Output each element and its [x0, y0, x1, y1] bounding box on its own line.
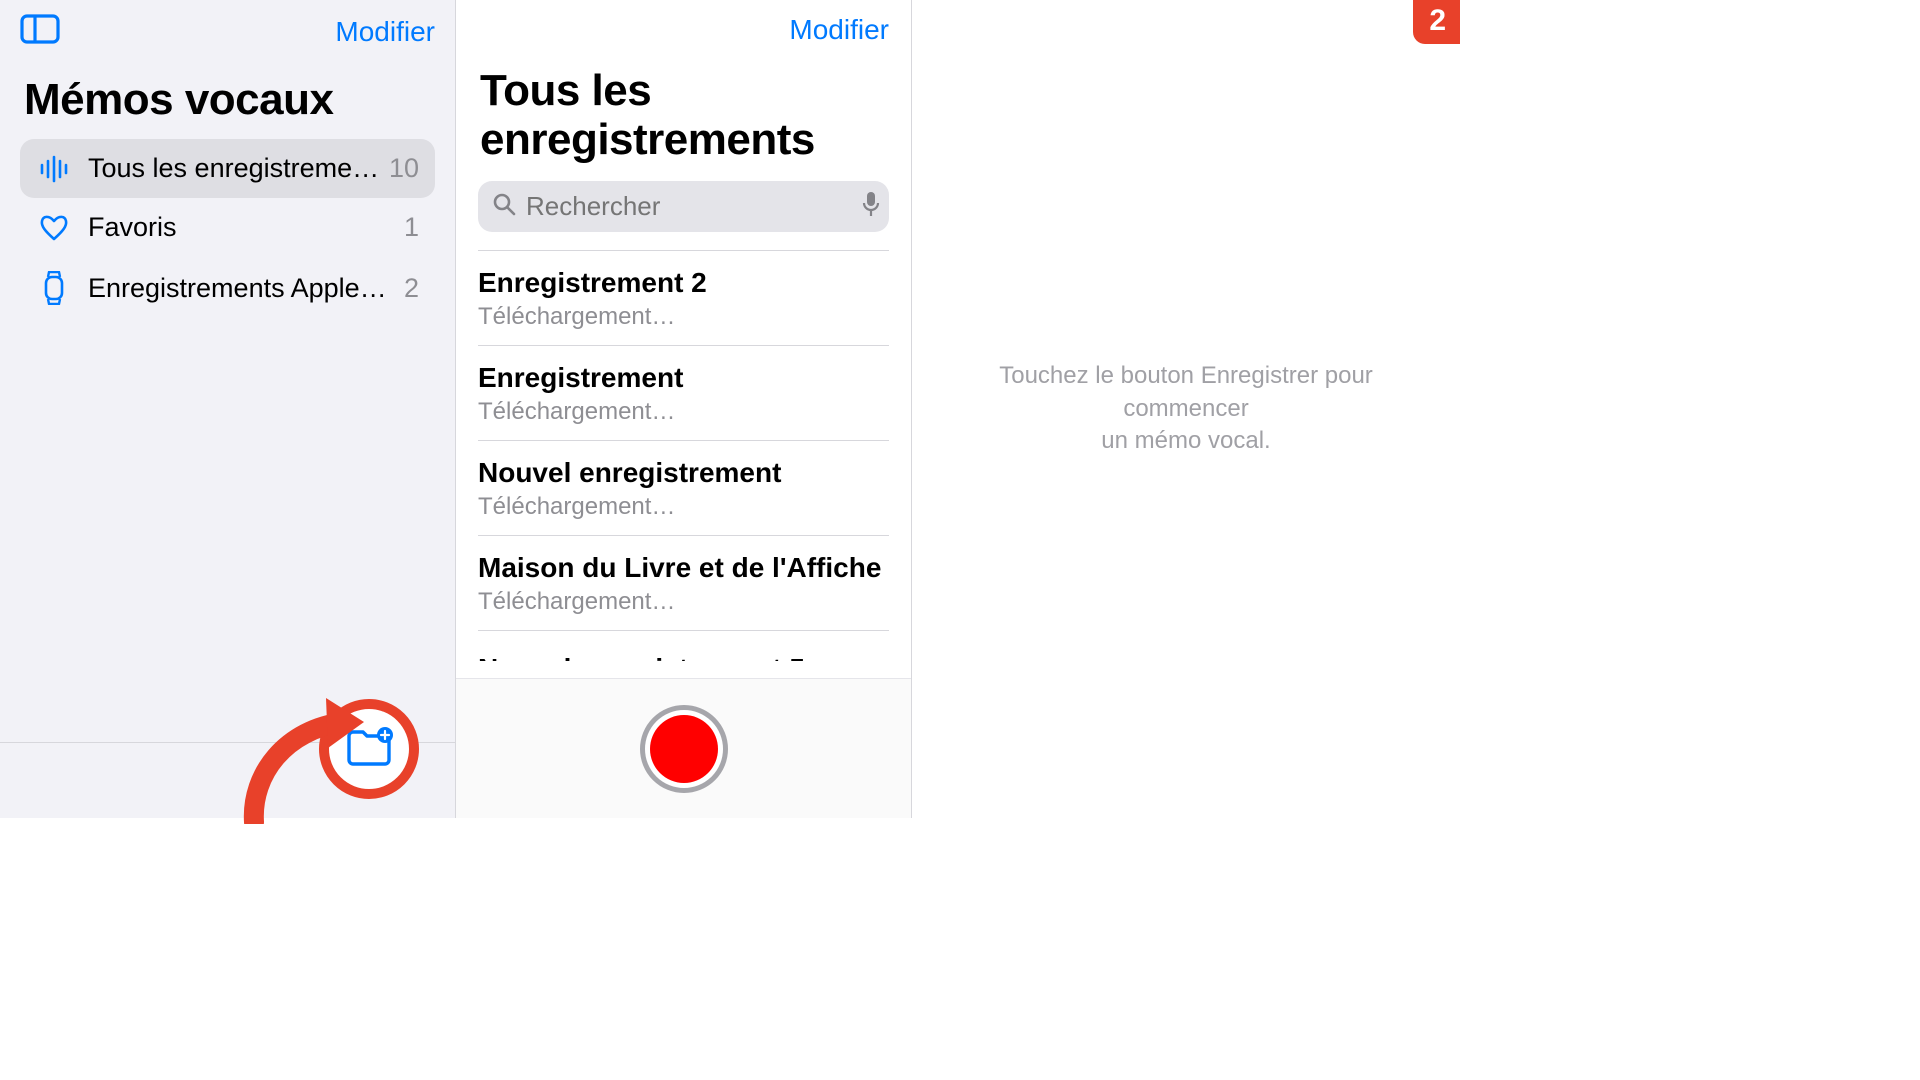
recording-title: Nouvel enregistrement [478, 457, 889, 489]
sidebar-item-label: Favoris [88, 212, 396, 243]
sidebar-toggle-icon[interactable] [20, 14, 60, 49]
sidebar-bottombar [0, 742, 455, 818]
step-badge: 2 [1413, 0, 1460, 44]
placeholder-line: Touchez le bouton Enregistrer pour comme… [999, 362, 1373, 421]
sidebar-item-apple-watch[interactable]: Enregistrements Apple… 2 [20, 257, 435, 319]
recording-subtitle: Téléchargement… [478, 588, 889, 616]
search-input[interactable] [526, 191, 861, 222]
placeholder-line: un mémo vocal. [1101, 427, 1270, 454]
recordings-topbar: Modifier [456, 0, 911, 52]
recording-row[interactable]: Enregistrement 2 Téléchargement… [478, 250, 889, 346]
recordings-list: Enregistrement 2 Téléchargement… Enregis… [478, 250, 889, 661]
record-button-core [650, 715, 718, 783]
sidebar-item-count: 10 [389, 153, 419, 184]
recording-row[interactable]: Nouvel enregistrement Téléchargement… [478, 441, 889, 536]
recording-row[interactable]: Nouvel enregistrement 5 [478, 631, 889, 661]
new-folder-wrap [319, 731, 419, 831]
recording-row[interactable]: Maison du Livre et de l'Affiche Téléchar… [478, 536, 889, 631]
recording-title: Enregistrement 2 [478, 267, 889, 299]
sidebar-edit-button[interactable]: Modifier [335, 16, 435, 48]
recording-row[interactable]: Enregistrement Téléchargement… [478, 346, 889, 441]
dictation-icon[interactable] [861, 191, 881, 222]
sidebar-item-count: 2 [404, 273, 419, 304]
sidebar-item-label: Enregistrements Apple… [88, 273, 396, 304]
app-root: Modifier Mémos vocaux Tous les enregistr… [0, 0, 1460, 818]
recordings-column: Modifier Tous les enregistrements Enregi… [456, 0, 912, 818]
search-icon [492, 192, 516, 221]
sidebar-item-count: 1 [404, 212, 419, 243]
sidebar-item-favorites[interactable]: Favoris 1 [20, 198, 435, 257]
recording-subtitle: Téléchargement… [478, 303, 889, 331]
detail-panel: Touchez le bouton Enregistrer pour comme… [912, 0, 1460, 818]
search-field[interactable] [478, 181, 889, 232]
recording-subtitle: Téléchargement… [478, 398, 889, 426]
recording-title: Maison du Livre et de l'Affiche [478, 552, 889, 584]
recordings-edit-button[interactable]: Modifier [789, 14, 889, 46]
sidebar-title: Mémos vocaux [0, 55, 455, 133]
detail-placeholder: Touchez le bouton Enregistrer pour comme… [926, 360, 1446, 457]
recording-title: Enregistrement [478, 362, 889, 394]
annotation-circle [319, 699, 419, 799]
sidebar-topbar: Modifier [0, 0, 455, 55]
sidebar-item-label: Tous les enregistrements [88, 153, 381, 184]
heart-icon [36, 214, 72, 242]
waveform-icon [36, 155, 72, 183]
record-button[interactable] [640, 705, 728, 793]
sidebar-list: Tous les enregistrements 10 Favoris 1 En… [0, 133, 455, 325]
watch-icon [36, 271, 72, 305]
record-bar [456, 678, 911, 818]
sidebar-item-all-recordings[interactable]: Tous les enregistrements 10 [20, 139, 435, 198]
recordings-title: Tous les enregistrements [456, 52, 911, 175]
new-folder-button[interactable] [345, 724, 393, 773]
recording-title: Nouvel enregistrement 5 [478, 653, 889, 661]
sidebar: Modifier Mémos vocaux Tous les enregistr… [0, 0, 456, 818]
recording-subtitle: Téléchargement… [478, 493, 889, 521]
